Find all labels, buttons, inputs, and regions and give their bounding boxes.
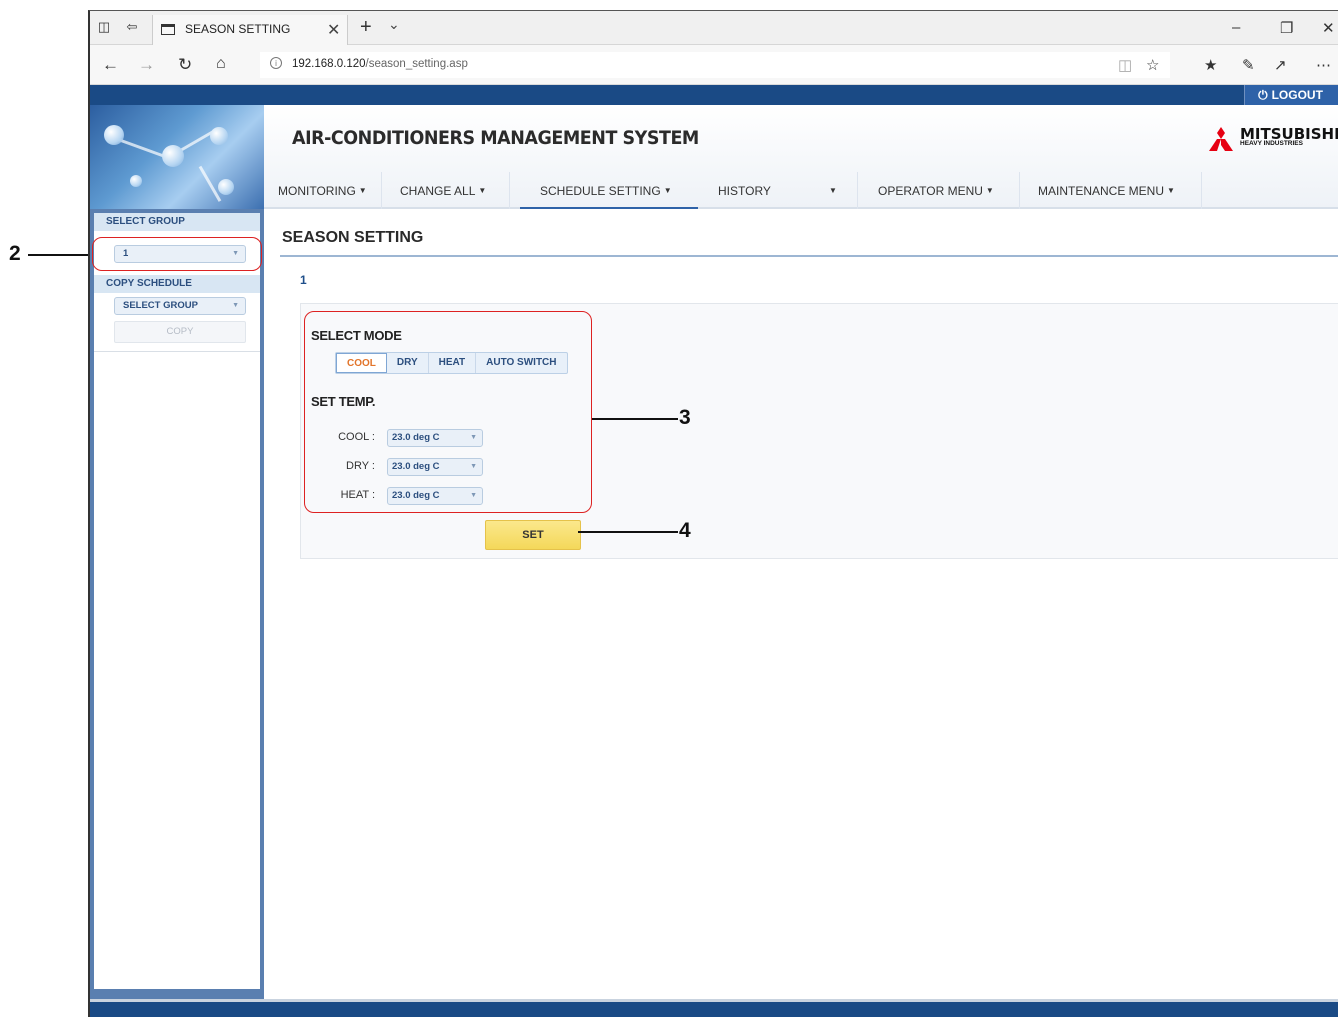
url-text: 192.168.0.120/season_setting.asp — [292, 58, 468, 70]
reading-view-icon[interactable]: ◫ — [1118, 56, 1132, 74]
callout-2: 2 — [9, 242, 21, 265]
close-window-icon[interactable]: ✕ — [1322, 19, 1335, 37]
address-bar: ← → ↻ ⌂ i 192.168.0.120/season_setting.a… — [90, 45, 1338, 85]
back-arrow-icon[interactable]: ← — [102, 55, 119, 75]
callout-3-ring — [304, 311, 592, 513]
menu-operator[interactable]: OPERATOR MENU ▼ — [858, 172, 1020, 210]
browser-tab[interactable]: SEASON SETTING ✕ — [152, 15, 348, 45]
sidebar-panel: SELECT GROUP 1 ▼ COPY SCHEDULE SELECT GRO… — [94, 213, 260, 989]
app-page: ⏻ LOGOUT AIR-CONDITIONERS MANAGEMENT SYST… — [90, 85, 1338, 1017]
three-diamonds-logo-icon — [1209, 127, 1233, 151]
callout-2-ring — [92, 237, 262, 271]
sidebar: SELECT GROUP 1 ▼ COPY SCHEDULE SELECT GRO… — [90, 209, 264, 999]
page-title: SEASON SETTING — [282, 229, 424, 246]
brand-sub: HEAVY INDUSTRIES — [1240, 140, 1303, 147]
logout-label: LOGOUT — [1271, 88, 1323, 102]
caret-icon: ▼ — [829, 186, 837, 195]
set-aside-tabs-icon[interactable]: ⇦ — [124, 20, 140, 34]
main-menu: MONITORING ▼ CHANGE ALL ▼ SCHEDULE SETTING… — [264, 172, 1338, 210]
browser-window: ◫ ⇦ SEASON SETTING ✕ + ⌄ – ❐ ✕ ← → ↻ ⌂ i… — [88, 10, 1338, 1017]
group-name: 1 — [300, 273, 307, 287]
minimize-icon[interactable]: – — [1232, 19, 1240, 36]
menu-schedule-setting[interactable]: SCHEDULE SETTING ▼ — [520, 172, 698, 210]
copy-button[interactable]: COPY — [114, 321, 246, 343]
footer-strip — [90, 999, 1338, 1017]
logout-button[interactable]: ⏻ LOGOUT — [1244, 85, 1338, 105]
caret-icon: ▼ — [478, 186, 487, 195]
menu-history[interactable]: HISTORY — [698, 172, 806, 210]
app-header: AIR-CONDITIONERS MANAGEMENT SYSTEM MITSU… — [264, 105, 1338, 210]
header-image — [90, 105, 264, 209]
pen-icon[interactable]: ✎ — [1242, 56, 1255, 74]
callout-4-line — [578, 531, 678, 533]
callout-3-line — [592, 418, 678, 420]
tab-bar: ◫ ⇦ SEASON SETTING ✕ + ⌄ – ❐ ✕ — [90, 11, 1338, 45]
restore-icon[interactable]: ❐ — [1280, 19, 1293, 37]
caret-icon: ▼ — [1167, 186, 1175, 195]
plus-icon[interactable]: + — [360, 16, 372, 39]
menu-change-all[interactable]: CHANGE ALL ▼ — [382, 172, 510, 210]
star-icon[interactable]: ☆ — [1146, 56, 1159, 74]
refresh-icon[interactable]: ↻ — [178, 55, 192, 75]
forward-arrow-icon[interactable]: → — [138, 55, 155, 75]
select-group-label: SELECT GROUP — [94, 213, 260, 231]
caret-icon: ▼ — [985, 186, 994, 195]
callout-4: 4 — [679, 519, 691, 542]
tab-actions-icon[interactable]: ◫ — [96, 20, 112, 34]
menu-unlabeled[interactable]: ▼ — [806, 172, 858, 210]
callout-3: 3 — [679, 406, 691, 429]
set-button[interactable]: SET — [485, 520, 581, 550]
share-icon[interactable]: ↗ — [1274, 56, 1287, 74]
system-title: AIR-CONDITIONERS MANAGEMENT SYSTEM — [292, 127, 699, 149]
title-divider — [280, 255, 1338, 257]
tab-title: SEASON SETTING — [185, 22, 291, 36]
copy-schedule-label: COPY SCHEDULE — [94, 275, 260, 293]
caret-icon: ▼ — [358, 186, 367, 195]
copy-group-select[interactable]: SELECT GROUP ▼ — [114, 297, 246, 315]
chevron-down-icon[interactable]: ⌄ — [388, 16, 400, 33]
favorites-icon[interactable]: ★ — [1204, 56, 1217, 74]
dropdown-arrow-icon: ▼ — [232, 302, 239, 309]
url-path: /season_setting.asp — [365, 58, 468, 70]
caret-icon: ▼ — [663, 186, 672, 195]
url-field[interactable]: i 192.168.0.120/season_setting.asp — [260, 52, 1170, 78]
top-strip: ⏻ LOGOUT — [90, 85, 1338, 105]
url-host: 192.168.0.120 — [292, 58, 366, 70]
page-icon — [161, 24, 175, 35]
info-icon[interactable]: i — [270, 57, 282, 69]
home-icon[interactable]: ⌂ — [216, 55, 226, 73]
more-icon[interactable]: ⋯ — [1316, 56, 1331, 74]
power-icon: ⏻ — [1258, 88, 1268, 102]
brand-logo: MITSUBISHI HEAVY INDUSTRIES — [1200, 125, 1338, 155]
divider — [94, 351, 260, 352]
menu-maintenance[interactable]: MAINTENANCE MENU ▼ — [1020, 172, 1202, 210]
close-icon[interactable]: ✕ — [327, 20, 340, 40]
callout-2-line — [28, 254, 92, 256]
menu-monitoring[interactable]: MONITORING ▼ — [264, 172, 382, 210]
